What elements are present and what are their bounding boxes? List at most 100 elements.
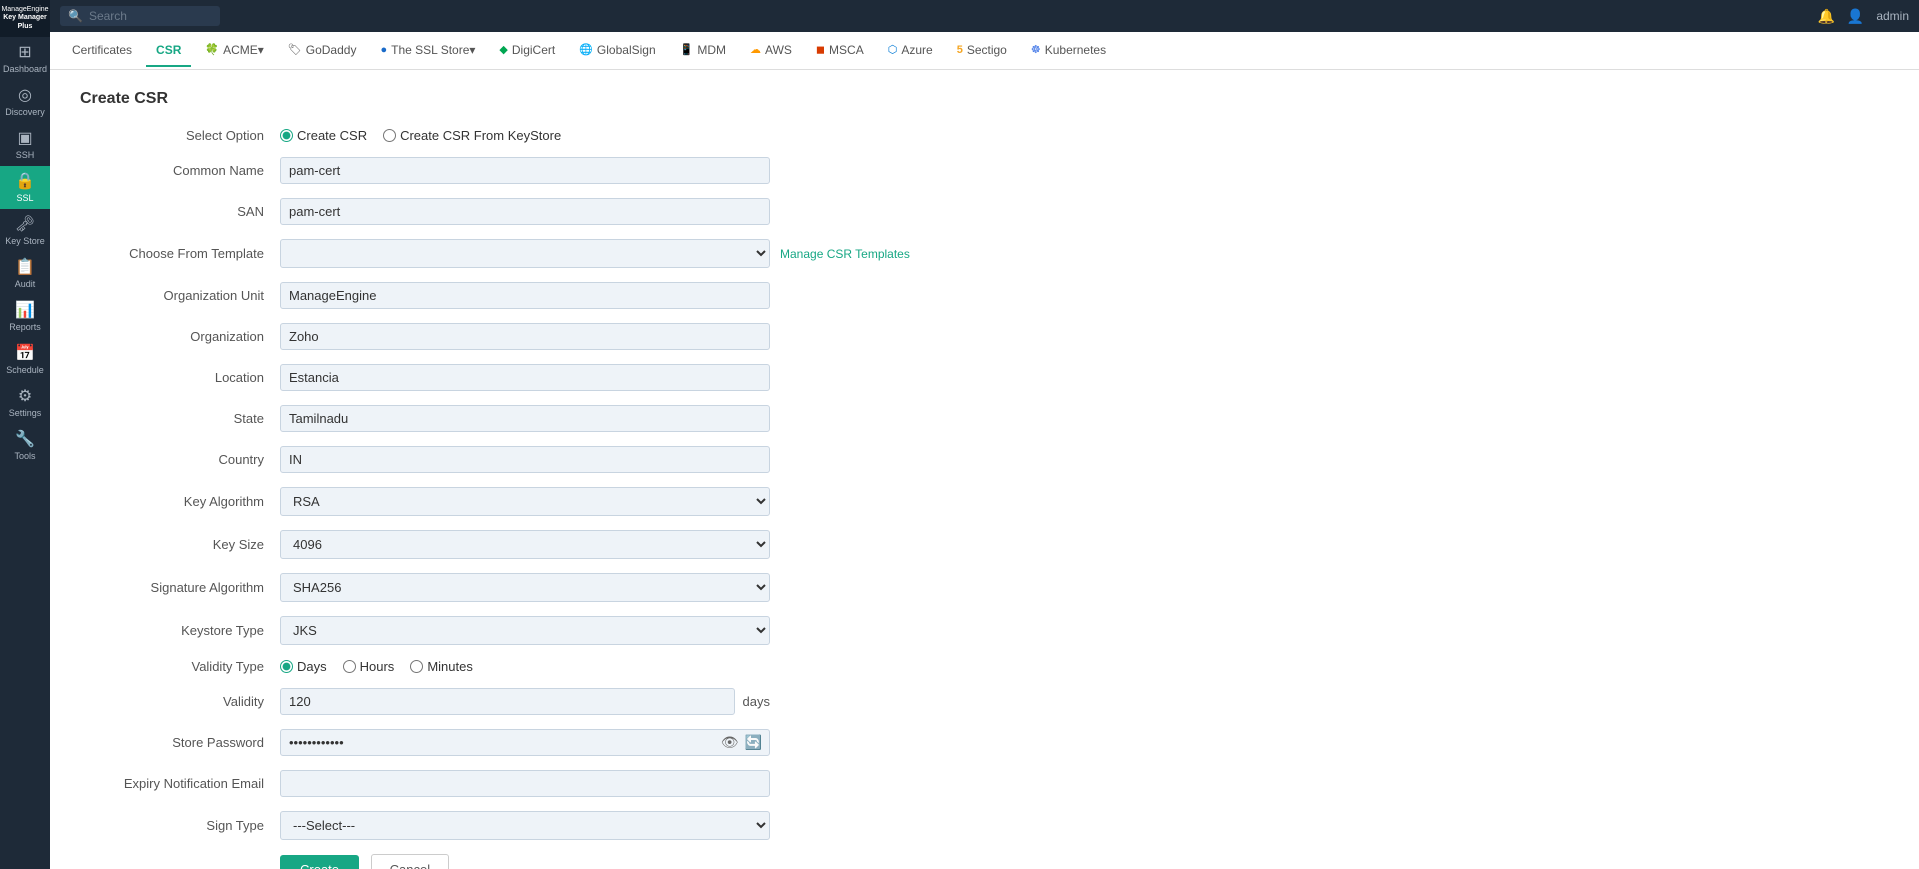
generate-password-button[interactable]: 🔄 <box>745 734 762 751</box>
sidebar-item-keystore[interactable]: 🗝 Key Store <box>0 209 50 252</box>
signature-algorithm-select[interactable]: SHA256 SHA384 SHA512 <box>280 573 770 602</box>
sidebar-item-reports[interactable]: 📊 Reports <box>0 295 50 338</box>
location-field <box>280 364 770 391</box>
tab-mdm-label: MDM <box>697 43 726 57</box>
key-algorithm-select[interactable]: RSA EC <box>280 487 770 516</box>
create-csr-form: Select Option Create CSR Create CSR From… <box>80 128 940 869</box>
sidebar-label-dashboard: Dashboard <box>3 64 47 74</box>
san-input[interactable] <box>280 198 770 225</box>
signature-algorithm-label: Signature Algorithm <box>80 580 280 595</box>
org-unit-row: Organization Unit <box>80 282 940 309</box>
sidebar-label-tools: Tools <box>14 451 35 461</box>
state-field <box>280 405 770 432</box>
radio-csr-from-keystore[interactable]: Create CSR From KeyStore <box>383 128 561 143</box>
validity-input[interactable] <box>280 688 735 715</box>
store-password-label: Store Password <box>80 735 280 750</box>
choose-template-field <box>280 239 770 268</box>
location-input[interactable] <box>280 364 770 391</box>
manage-templates-link[interactable]: Manage CSR Templates <box>780 247 910 261</box>
ssl-icon: 🔒 <box>15 174 35 190</box>
choose-template-select[interactable] <box>280 239 770 268</box>
san-label: SAN <box>80 204 280 219</box>
radio-minutes[interactable]: Minutes <box>410 659 473 674</box>
password-wrapper: 👁 🔄 <box>280 729 770 756</box>
settings-icon: ⚙ <box>18 389 32 405</box>
org-unit-input[interactable] <box>280 282 770 309</box>
sidebar-label-ssh: SSH <box>16 150 35 160</box>
sidebar-label-reports: Reports <box>9 322 41 332</box>
sidebar-item-tools[interactable]: 🔧 Tools <box>0 424 50 467</box>
state-input[interactable] <box>280 405 770 432</box>
expiry-email-input[interactable] <box>280 770 770 797</box>
store-password-row: Store Password 👁 🔄 <box>80 729 940 756</box>
choose-template-label: Choose From Template <box>80 246 280 261</box>
page-content: Create CSR Select Option Create CSR Crea… <box>50 70 1919 869</box>
key-size-select[interactable]: 1024 2048 4096 <box>280 530 770 559</box>
tab-sslstore[interactable]: ● The SSL Store▾ <box>370 35 485 67</box>
search-bar[interactable]: 🔍 <box>60 6 220 26</box>
password-icons: 👁 🔄 <box>721 734 762 751</box>
radio-minutes-input[interactable] <box>410 660 423 673</box>
radio-csr-from-keystore-label: Create CSR From KeyStore <box>400 128 561 143</box>
radio-days-input[interactable] <box>280 660 293 673</box>
tab-azure[interactable]: ⬡ Azure <box>878 35 943 67</box>
organization-input[interactable] <box>280 323 770 350</box>
sign-type-field: ---Select--- <box>280 811 770 840</box>
common-name-input[interactable] <box>280 157 770 184</box>
sidebar-item-ssl[interactable]: 🔒 SSL <box>0 166 50 209</box>
toggle-password-visibility-button[interactable]: 👁 <box>721 734 739 751</box>
radio-create-csr-input[interactable] <box>280 129 293 142</box>
tab-kubernetes[interactable]: ☸ Kubernetes <box>1021 35 1116 67</box>
sign-type-label: Sign Type <box>80 818 280 833</box>
sidebar-item-ssh[interactable]: ▣ SSH <box>0 123 50 166</box>
create-button[interactable]: Create <box>280 855 359 869</box>
tab-certificates[interactable]: Certificates <box>62 35 142 67</box>
key-size-row: Key Size 1024 2048 4096 <box>80 530 940 559</box>
validity-field: days <box>280 688 770 715</box>
tab-digicert[interactable]: ◆ DigiCert <box>489 35 565 67</box>
tab-certificates-label: Certificates <box>72 43 132 57</box>
tab-csr[interactable]: CSR <box>146 35 191 67</box>
notification-icon[interactable]: 🔔 <box>1817 8 1834 25</box>
radio-minutes-label: Minutes <box>427 659 473 674</box>
radio-create-csr[interactable]: Create CSR <box>280 128 367 143</box>
country-input[interactable] <box>280 446 770 473</box>
store-password-input[interactable] <box>280 729 770 756</box>
search-input[interactable] <box>89 9 209 23</box>
radio-hours-input[interactable] <box>343 660 356 673</box>
tab-godaddy[interactable]: 🏷 GoDaddy <box>278 35 367 67</box>
keystore-type-row: Keystore Type JKS PKCS12 <box>80 616 940 645</box>
sidebar-item-audit[interactable]: 📋 Audit <box>0 252 50 295</box>
sidebar-label-ssl: SSL <box>16 193 33 203</box>
state-row: State <box>80 405 940 432</box>
tab-globalsign[interactable]: 🌐 GlobalSign <box>569 35 665 67</box>
sign-type-select[interactable]: ---Select--- <box>280 811 770 840</box>
search-icon: 🔍 <box>68 9 83 23</box>
tab-digicert-label: DigiCert <box>512 43 555 57</box>
radio-hours[interactable]: Hours <box>343 659 395 674</box>
select-option-field: Create CSR Create CSR From KeyStore <box>280 128 770 143</box>
tab-msca[interactable]: ◼ MSCA <box>806 35 874 67</box>
tab-acme[interactable]: 🍀 ACME▾ <box>195 35 273 67</box>
tab-aws-label: AWS <box>765 43 792 57</box>
schedule-icon: 📅 <box>15 346 35 362</box>
sign-type-row: Sign Type ---Select--- <box>80 811 940 840</box>
cancel-button[interactable]: Cancel <box>371 854 449 869</box>
tab-mdm[interactable]: 📱 MDM <box>670 35 736 67</box>
sidebar-item-discovery[interactable]: ◎ Discovery <box>0 80 50 123</box>
sidebar-item-dashboard[interactable]: ⊞ Dashboard <box>0 37 50 80</box>
sidebar-item-settings[interactable]: ⚙ Settings <box>0 381 50 424</box>
expiry-email-label: Expiry Notification Email <box>80 776 280 791</box>
organization-row: Organization <box>80 323 940 350</box>
tab-aws[interactable]: ☁ AWS <box>740 35 802 67</box>
radio-days[interactable]: Days <box>280 659 327 674</box>
validity-type-radio-group: Days Hours Minutes <box>280 659 770 674</box>
topbar-right: 🔔 👤 admin <box>1817 8 1909 25</box>
radio-csr-from-keystore-input[interactable] <box>383 129 396 142</box>
main-content: 🔍 🔔 👤 admin Certificates CSR 🍀 ACME▾ 🏷 G… <box>50 0 1919 869</box>
app-name: ManageEngineKey Manager Plus <box>1 6 48 31</box>
keystore-type-select[interactable]: JKS PKCS12 <box>280 616 770 645</box>
tab-sectigo[interactable]: 5 Sectigo <box>947 35 1017 67</box>
select-option-radio-group: Create CSR Create CSR From KeyStore <box>280 128 770 143</box>
sidebar-item-schedule[interactable]: 📅 Schedule <box>0 338 50 381</box>
